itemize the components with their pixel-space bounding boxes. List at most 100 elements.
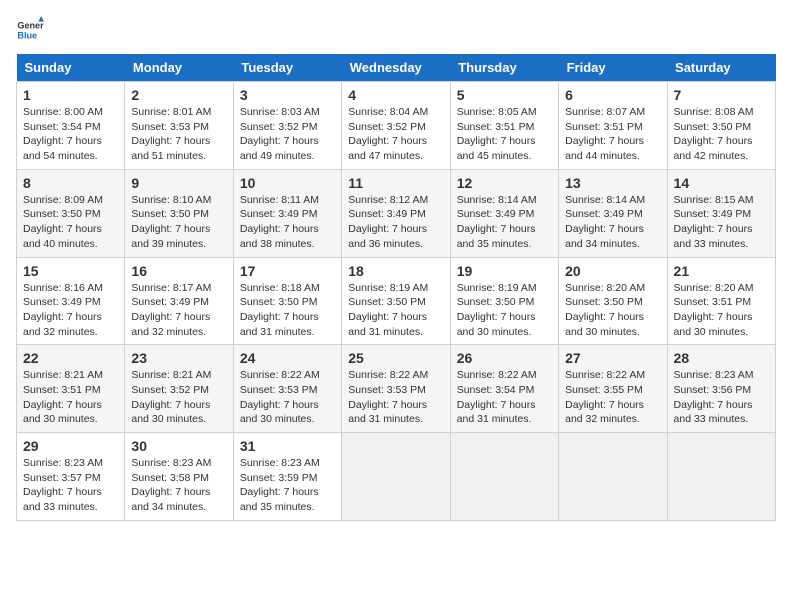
day-info: Sunrise: 8:23 AMSunset: 3:57 PMDaylight:… <box>23 456 118 515</box>
day-info: Sunrise: 8:15 AMSunset: 3:49 PMDaylight:… <box>674 193 769 252</box>
day-header-wednesday: Wednesday <box>342 54 450 82</box>
calendar-cell: 25 Sunrise: 8:22 AMSunset: 3:53 PMDayligh… <box>342 345 450 433</box>
day-info: Sunrise: 8:21 AMSunset: 3:51 PMDaylight:… <box>23 368 118 427</box>
calendar-table: SundayMondayTuesdayWednesdayThursdayFrid… <box>16 54 776 521</box>
calendar-cell: 29 Sunrise: 8:23 AMSunset: 3:57 PMDayligh… <box>17 433 125 521</box>
calendar-cell: 31 Sunrise: 8:23 AMSunset: 3:59 PMDayligh… <box>233 433 341 521</box>
day-info: Sunrise: 8:17 AMSunset: 3:49 PMDaylight:… <box>131 281 226 340</box>
day-number: 28 <box>674 350 769 366</box>
day-info: Sunrise: 8:03 AMSunset: 3:52 PMDaylight:… <box>240 105 335 164</box>
calendar-cell: 4 Sunrise: 8:04 AMSunset: 3:52 PMDaylight… <box>342 82 450 170</box>
calendar-cell <box>559 433 667 521</box>
day-info: Sunrise: 8:16 AMSunset: 3:49 PMDaylight:… <box>23 281 118 340</box>
day-info: Sunrise: 8:22 AMSunset: 3:53 PMDaylight:… <box>240 368 335 427</box>
calendar-cell: 7Sunrise: 8:08 AMSunset: 3:50 PMDaylight… <box>667 82 775 170</box>
calendar-week-4: 22 Sunrise: 8:21 AMSunset: 3:51 PMDayligh… <box>17 345 776 433</box>
day-number: 14 <box>674 175 769 191</box>
calendar-cell: 2Sunrise: 8:01 AMSunset: 3:53 PMDaylight… <box>125 82 233 170</box>
day-number: 2 <box>131 87 226 103</box>
day-info: Sunrise: 8:20 AMSunset: 3:51 PMDaylight:… <box>674 281 769 340</box>
page-header: General Blue <box>16 16 776 44</box>
calendar-week-3: 15 Sunrise: 8:16 AMSunset: 3:49 PMDayligh… <box>17 257 776 345</box>
day-info: Sunrise: 8:23 AMSunset: 3:56 PMDaylight:… <box>674 368 769 427</box>
day-number: 30 <box>131 438 226 454</box>
day-info: Sunrise: 8:11 AMSunset: 3:49 PMDaylight:… <box>240 193 335 252</box>
day-number: 24 <box>240 350 335 366</box>
calendar-cell <box>667 433 775 521</box>
day-info: Sunrise: 8:18 AMSunset: 3:50 PMDaylight:… <box>240 281 335 340</box>
day-info: Sunrise: 8:20 AMSunset: 3:50 PMDaylight:… <box>565 281 660 340</box>
day-info: Sunrise: 8:23 AMSunset: 3:58 PMDaylight:… <box>131 456 226 515</box>
day-number: 23 <box>131 350 226 366</box>
calendar-week-5: 29 Sunrise: 8:23 AMSunset: 3:57 PMDayligh… <box>17 433 776 521</box>
calendar-cell: 11Sunrise: 8:12 AMSunset: 3:49 PMDayligh… <box>342 169 450 257</box>
day-number: 19 <box>457 263 552 279</box>
calendar-cell <box>342 433 450 521</box>
calendar-cell <box>450 433 558 521</box>
day-number: 29 <box>23 438 118 454</box>
calendar-cell: 18Sunrise: 8:19 AMSunset: 3:50 PMDayligh… <box>342 257 450 345</box>
day-number: 18 <box>348 263 443 279</box>
calendar-cell: 8 Sunrise: 8:09 AMSunset: 3:50 PMDaylight… <box>17 169 125 257</box>
calendar-cell: 14 Sunrise: 8:15 AMSunset: 3:49 PMDayligh… <box>667 169 775 257</box>
day-number: 31 <box>240 438 335 454</box>
day-number: 20 <box>565 263 660 279</box>
calendar-body: 1 Sunrise: 8:00 AMSunset: 3:54 PMDaylight… <box>17 82 776 521</box>
day-header-tuesday: Tuesday <box>233 54 341 82</box>
day-header-thursday: Thursday <box>450 54 558 82</box>
calendar-cell: 12 Sunrise: 8:14 AMSunset: 3:49 PMDayligh… <box>450 169 558 257</box>
day-info: Sunrise: 8:09 AMSunset: 3:50 PMDaylight:… <box>23 193 118 252</box>
day-number: 10 <box>240 175 335 191</box>
calendar-cell: 17 Sunrise: 8:18 AMSunset: 3:50 PMDayligh… <box>233 257 341 345</box>
day-number: 15 <box>23 263 118 279</box>
day-number: 5 <box>457 87 552 103</box>
day-header-saturday: Saturday <box>667 54 775 82</box>
day-number: 17 <box>240 263 335 279</box>
day-number: 13 <box>565 175 660 191</box>
day-number: 3 <box>240 87 335 103</box>
day-number: 22 <box>23 350 118 366</box>
day-info: Sunrise: 8:22 AMSunset: 3:53 PMDaylight:… <box>348 368 443 427</box>
calendar-cell: 19 Sunrise: 8:19 AMSunset: 3:50 PMDayligh… <box>450 257 558 345</box>
day-number: 12 <box>457 175 552 191</box>
calendar-week-1: 1 Sunrise: 8:00 AMSunset: 3:54 PMDaylight… <box>17 82 776 170</box>
day-number: 6 <box>565 87 660 103</box>
calendar-cell: 27Sunrise: 8:22 AMSunset: 3:55 PMDayligh… <box>559 345 667 433</box>
day-info: Sunrise: 8:10 AMSunset: 3:50 PMDaylight:… <box>131 193 226 252</box>
day-number: 25 <box>348 350 443 366</box>
day-info: Sunrise: 8:12 AMSunset: 3:49 PMDaylight:… <box>348 193 443 252</box>
calendar-cell: 5 Sunrise: 8:05 AMSunset: 3:51 PMDaylight… <box>450 82 558 170</box>
day-number: 16 <box>131 263 226 279</box>
day-info: Sunrise: 8:04 AMSunset: 3:52 PMDaylight:… <box>348 105 443 164</box>
day-info: Sunrise: 8:23 AMSunset: 3:59 PMDaylight:… <box>240 456 335 515</box>
calendar-cell: 9Sunrise: 8:10 AMSunset: 3:50 PMDaylight… <box>125 169 233 257</box>
day-info: Sunrise: 8:22 AMSunset: 3:55 PMDaylight:… <box>565 368 660 427</box>
calendar-cell: 6 Sunrise: 8:07 AMSunset: 3:51 PMDaylight… <box>559 82 667 170</box>
day-info: Sunrise: 8:00 AMSunset: 3:54 PMDaylight:… <box>23 105 118 164</box>
day-info: Sunrise: 8:21 AMSunset: 3:52 PMDaylight:… <box>131 368 226 427</box>
day-number: 4 <box>348 87 443 103</box>
day-info: Sunrise: 8:07 AMSunset: 3:51 PMDaylight:… <box>565 105 660 164</box>
calendar-cell: 21 Sunrise: 8:20 AMSunset: 3:51 PMDayligh… <box>667 257 775 345</box>
day-number: 21 <box>674 263 769 279</box>
calendar-cell: 22 Sunrise: 8:21 AMSunset: 3:51 PMDayligh… <box>17 345 125 433</box>
day-info: Sunrise: 8:14 AMSunset: 3:49 PMDaylight:… <box>457 193 552 252</box>
day-number: 26 <box>457 350 552 366</box>
day-number: 8 <box>23 175 118 191</box>
day-info: Sunrise: 8:22 AMSunset: 3:54 PMDaylight:… <box>457 368 552 427</box>
calendar-header-row: SundayMondayTuesdayWednesdayThursdayFrid… <box>17 54 776 82</box>
day-info: Sunrise: 8:19 AMSunset: 3:50 PMDaylight:… <box>457 281 552 340</box>
day-info: Sunrise: 8:05 AMSunset: 3:51 PMDaylight:… <box>457 105 552 164</box>
day-header-friday: Friday <box>559 54 667 82</box>
calendar-cell: 3 Sunrise: 8:03 AMSunset: 3:52 PMDaylight… <box>233 82 341 170</box>
day-number: 1 <box>23 87 118 103</box>
calendar-cell: 15 Sunrise: 8:16 AMSunset: 3:49 PMDayligh… <box>17 257 125 345</box>
calendar-week-2: 8 Sunrise: 8:09 AMSunset: 3:50 PMDaylight… <box>17 169 776 257</box>
calendar-cell: 13Sunrise: 8:14 AMSunset: 3:49 PMDayligh… <box>559 169 667 257</box>
calendar-cell: 1 Sunrise: 8:00 AMSunset: 3:54 PMDaylight… <box>17 82 125 170</box>
svg-text:General: General <box>17 21 44 31</box>
logo-icon: General Blue <box>16 16 44 44</box>
calendar-cell: 23 Sunrise: 8:21 AMSunset: 3:52 PMDayligh… <box>125 345 233 433</box>
calendar-cell: 26 Sunrise: 8:22 AMSunset: 3:54 PMDayligh… <box>450 345 558 433</box>
day-header-monday: Monday <box>125 54 233 82</box>
